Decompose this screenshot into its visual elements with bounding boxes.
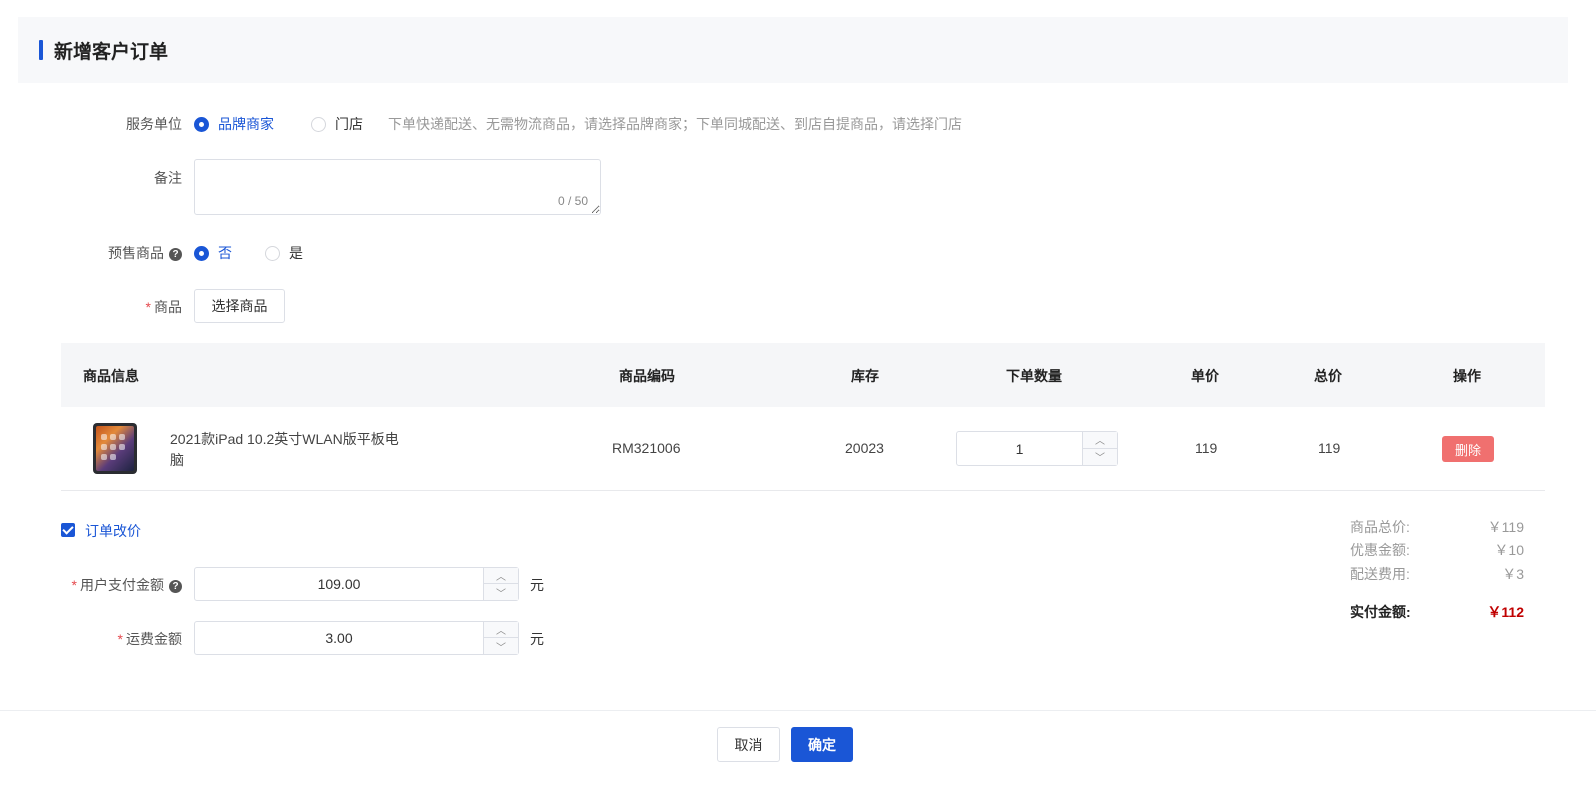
freight-label-text: 运费金额 (126, 631, 182, 647)
th-operation: 操作 (1453, 368, 1481, 384)
chevron-up-icon[interactable]: ︿ (484, 622, 518, 638)
user-pay-label-text: 用户支付金额 (80, 577, 164, 593)
th-product-code: 商品编码 (619, 368, 675, 384)
th-product-info: 商品信息 (83, 368, 139, 384)
question-circle-icon[interactable]: ? (169, 580, 182, 593)
quantity-value[interactable]: 1 (957, 432, 1082, 465)
quantity-stepper[interactable]: 1 ︿ ﹀ (956, 431, 1118, 466)
freight-label: * 运费金额 (62, 629, 182, 649)
th-total-price: 总价 (1314, 368, 1342, 384)
radio-brand-merchant[interactable]: 品牌商家 (194, 114, 274, 134)
delivery-fee-value: ￥3 (1502, 566, 1524, 582)
radio-dot-icon (194, 245, 209, 261)
product-name-line2: 脑 (170, 452, 184, 468)
table-row: 2021款iPad 10.2英寸WLAN版平板电 脑 RM321006 2002… (61, 407, 1545, 491)
memo-char-counter: 0 / 50 (558, 194, 589, 208)
reprice-checkbox[interactable] (61, 523, 75, 537)
service-unit-hint: 下单快递配送、无需物流商品，请选择品牌商家；下单同城配送、到店自提商品，请选择门… (388, 116, 962, 132)
select-product-button[interactable]: 选择商品 (194, 289, 285, 323)
presale-label-text: 预售商品 (108, 245, 164, 261)
user-pay-label: * 用户支付金额? (42, 575, 182, 595)
paid-amount-value: ￥112 (1487, 604, 1524, 620)
chevron-down-icon[interactable]: ﹀ (484, 638, 518, 654)
cancel-button[interactable]: 取消 (717, 727, 780, 762)
delete-button[interactable]: 删除 (1442, 436, 1494, 462)
product-code: RM321006 (612, 440, 681, 456)
presale-label: 预售商品? (62, 243, 182, 263)
page-title: 新增客户订单 (54, 42, 169, 63)
page-header: 新增客户订单 (18, 17, 1568, 83)
freight-unit: 元 (530, 631, 544, 647)
unit-price: 119 (1195, 440, 1218, 456)
required-mark: * (145, 299, 151, 315)
memo-textarea[interactable] (194, 159, 601, 215)
radio-dot-icon (194, 116, 209, 132)
goods-total-label: 商品总价: (1350, 519, 1410, 535)
product-thumbnail (93, 423, 137, 474)
radio-dot-icon (311, 116, 326, 132)
title-accent-bar (39, 40, 43, 60)
chevron-down-icon[interactable]: ﹀ (1083, 449, 1117, 466)
th-order-qty: 下单数量 (1006, 368, 1062, 384)
chevron-up-icon[interactable]: ︿ (1083, 432, 1117, 449)
user-pay-value[interactable]: 109.00 (195, 568, 483, 600)
required-mark: * (71, 577, 77, 593)
freight-value[interactable]: 3.00 (195, 622, 483, 654)
radio-store[interactable]: 门店 (311, 114, 363, 134)
freight-stepper[interactable]: 3.00 ︿ ﹀ (194, 621, 519, 655)
confirm-button[interactable]: 确定 (791, 727, 853, 762)
radio-presale-yes[interactable]: 是 (265, 243, 303, 263)
footer-divider (0, 710, 1596, 711)
radio-dot-icon (265, 245, 280, 261)
product-label-text: 商品 (154, 299, 182, 315)
paid-amount-label: 实付金额: (1350, 604, 1411, 620)
goods-total-value: ￥119 (1487, 519, 1524, 535)
delivery-fee-label: 配送费用: (1350, 566, 1410, 582)
product-table-header: 商品信息 商品编码 库存 下单数量 单价 总价 操作 (61, 343, 1545, 407)
user-pay-unit: 元 (530, 577, 544, 593)
product-name-line1: 2021款iPad 10.2英寸WLAN版平板电 (170, 431, 399, 447)
chevron-up-icon[interactable]: ︿ (484, 568, 518, 584)
required-mark: * (117, 631, 123, 647)
memo-label: 备注 (154, 170, 182, 186)
th-stock: 库存 (851, 368, 879, 384)
th-unit-price: 单价 (1191, 368, 1219, 384)
chevron-down-icon[interactable]: ﹀ (484, 584, 518, 600)
service-unit-label: 服务单位 (126, 116, 182, 132)
radio-presale-no[interactable]: 否 (194, 243, 232, 263)
question-circle-icon[interactable]: ? (169, 248, 182, 261)
reprice-label[interactable]: 订单改价 (85, 521, 141, 541)
discount-value: ￥10 (1494, 542, 1524, 558)
product-name: 2021款iPad 10.2英寸WLAN版平板电 脑 (170, 429, 430, 471)
discount-label: 优惠金额: (1350, 542, 1410, 558)
product-stock: 20023 (845, 440, 884, 456)
total-price: 119 (1318, 440, 1341, 456)
user-pay-stepper[interactable]: 109.00 ︿ ﹀ (194, 567, 519, 601)
product-label: * 商品 (62, 297, 182, 317)
